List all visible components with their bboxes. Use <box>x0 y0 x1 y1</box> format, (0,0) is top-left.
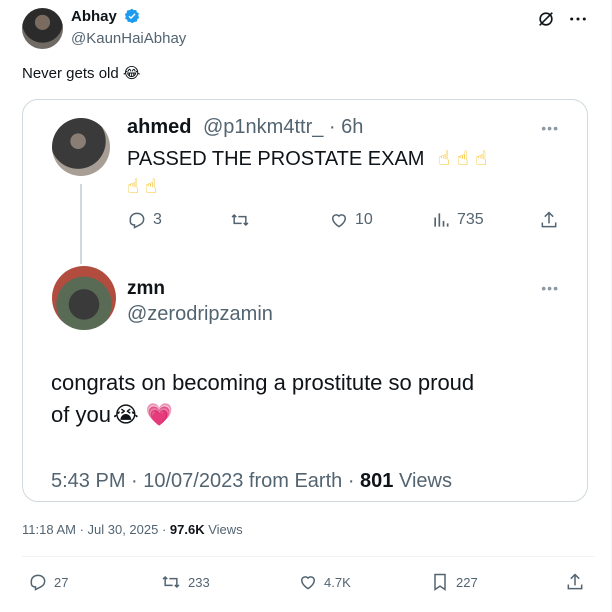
reply-author-name[interactable]: zmn <box>127 278 165 300</box>
tweet-text-body: Never gets old <box>22 65 119 82</box>
share-icon <box>567 573 583 590</box>
avatar[interactable] <box>22 8 63 49</box>
reply-text-line2: of you😭 💗 <box>51 402 173 428</box>
like-button[interactable]: 10 <box>329 210 373 230</box>
avatar[interactable] <box>52 118 110 176</box>
like-count: 10 <box>355 211 373 228</box>
quoted-author-name[interactable]: ahmed <box>127 116 191 139</box>
reply-meta-views-label: Views <box>393 470 452 492</box>
views-count: 735 <box>457 211 484 228</box>
heart-icon <box>331 214 347 228</box>
reply-meta-time: 5:43 PM · 10/07/2023 from Earth · <box>51 470 361 492</box>
retweet-button[interactable]: 233 <box>160 572 210 592</box>
retweet-count: 233 <box>188 574 210 590</box>
bookmark-button[interactable]: 227 <box>430 572 478 592</box>
reply-text-line1: congrats on becoming a prostitute so pro… <box>51 370 475 395</box>
reply-button[interactable]: 3 <box>127 210 162 230</box>
views-chart-icon <box>434 213 449 227</box>
share-icon <box>541 211 557 228</box>
divider <box>22 556 595 557</box>
reply-meta-views-count: 801 <box>360 470 394 492</box>
quoted-text: PASSED THE PROSTATE EXAM ☝ ☝ ☝ <box>127 146 487 171</box>
verified-badge-icon <box>124 8 140 28</box>
bookmark-count: 227 <box>456 574 478 590</box>
reply-icon <box>30 574 46 591</box>
tweet-text: Never gets old 😂 <box>22 64 140 82</box>
avatar[interactable] <box>52 266 116 330</box>
quoted-text-emojis: ☝ ☝ <box>127 176 157 198</box>
tweet-emoji: 😂 <box>122 64 141 82</box>
reply-count: 27 <box>54 574 69 590</box>
thread-line <box>80 184 82 264</box>
quoted-tweet-card[interactable]: ahmed @p1nkm4ttr_ · 6h ••• PASSED THE PR… <box>22 99 588 502</box>
reply-meta: 5:43 PM · 10/07/2023 from Earth · 801 Vi… <box>51 470 452 493</box>
author-handle[interactable]: @KaunHaiAbhay <box>71 30 186 47</box>
more-options-icon[interactable]: ••• <box>541 120 559 136</box>
quoted-author-handle-time[interactable]: @p1nkm4ttr_ · 6h <box>203 116 363 139</box>
heart-icon <box>300 576 316 590</box>
header-actions <box>537 10 587 33</box>
author-name[interactable]: Abhay <box>71 8 140 28</box>
like-button[interactable]: 4.7K <box>298 572 351 592</box>
reply-text-line2-body: of you <box>51 402 111 427</box>
more-options-icon[interactable]: ••• <box>541 280 559 296</box>
reply-button[interactable]: 27 <box>28 572 68 592</box>
views-button[interactable]: 735 <box>431 210 484 230</box>
tweet-detail: Abhay @KaunHaiAbhay Never gets old 😂 ahm… <box>0 0 612 612</box>
reply-author-handle[interactable]: @zerodripzamin <box>127 303 273 326</box>
views-label: Views <box>204 522 243 537</box>
retweet-icon <box>162 575 180 589</box>
tweet-timestamp: 11:18 AM · Jul 30, 2025 · 97.6K Views <box>22 522 243 537</box>
share-button[interactable] <box>565 572 585 592</box>
author-name-text[interactable]: Abhay <box>71 8 117 25</box>
quoted-text-body: PASSED THE PROSTATE EXAM <box>127 148 425 170</box>
reply-count: 3 <box>153 211 162 228</box>
views-count: 97.6K <box>169 522 205 537</box>
reply-emojis: 😭 💗 <box>112 403 174 428</box>
pointing-up-emoji: ☝ ☝ ☝ <box>438 146 488 170</box>
share-button[interactable] <box>539 210 559 230</box>
retweet-icon <box>231 213 249 227</box>
like-count: 4.7K <box>324 574 351 590</box>
reply-icon <box>129 212 145 229</box>
bookmark-icon <box>434 573 446 591</box>
grok-icon[interactable] <box>537 10 555 33</box>
timestamp-text[interactable]: 11:18 AM · Jul 30, 2025 · <box>22 522 170 537</box>
retweet-button[interactable] <box>229 210 251 230</box>
more-options-icon[interactable] <box>569 10 587 33</box>
